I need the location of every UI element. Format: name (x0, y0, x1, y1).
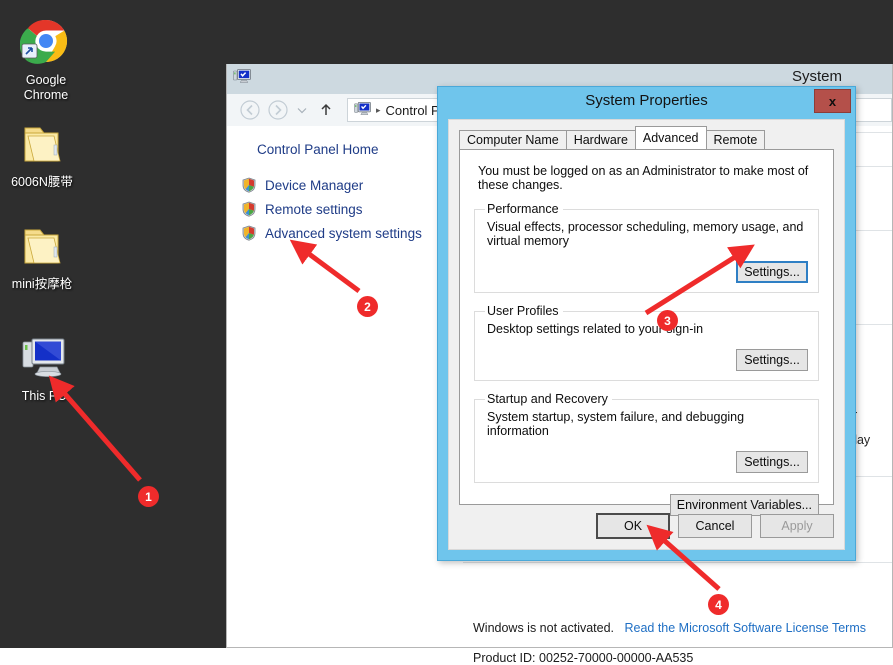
control-panel-sidebar: Control Panel Home Device Manager (227, 138, 447, 245)
dialog-footer-buttons: OK Cancel Apply (459, 512, 834, 540)
group-button-row: Settings... (485, 349, 808, 371)
administrator-note: You must be logged on as an Administrato… (478, 164, 819, 192)
group-legend: Startup and Recovery (485, 392, 612, 406)
computer-icon (18, 334, 70, 384)
desktop-icon-label: mini按摩枪 (0, 277, 88, 292)
system-monitor-icon (233, 68, 251, 90)
desktop-icon-label-2: Chrome (0, 88, 92, 103)
breadcrumb-separator: ▸ (376, 105, 381, 116)
group-legend: Performance (485, 202, 563, 216)
performance-settings-button[interactable]: Settings... (736, 261, 808, 283)
dialog-tabstrip: Computer Name Hardware Advanced Remote (459, 128, 834, 150)
activation-status: Windows is not activated. Read the Micro… (473, 621, 866, 635)
tab-label: Remote (714, 133, 758, 147)
tab-hardware[interactable]: Hardware (566, 130, 636, 149)
system-page-row-divider (463, 562, 892, 563)
desktop-icon-this-pc[interactable]: This PC (0, 334, 90, 404)
group-button-row: Settings... (485, 261, 808, 283)
desktop-icon-folder-6006n[interactable]: 6006N腰带 (0, 120, 88, 190)
folder-icon (16, 222, 68, 272)
shield-icon (241, 225, 257, 241)
forward-arrow-icon[interactable] (265, 97, 291, 123)
desktop-icon-label: This PC (0, 389, 90, 404)
dialog-client-area: Computer Name Hardware Advanced Remote Y… (448, 119, 845, 550)
close-label: x (829, 94, 836, 109)
sidebar-item-label: Remote settings (265, 202, 363, 217)
group-legend: User Profiles (485, 304, 563, 318)
desktop-icon-label: Google (0, 73, 92, 88)
control-panel-title: System (792, 68, 842, 85)
tab-remote[interactable]: Remote (706, 130, 766, 149)
sidebar-item-device-manager[interactable]: Device Manager (227, 173, 447, 197)
chevron-down-icon[interactable] (293, 97, 311, 123)
sidebar-item-label: Device Manager (265, 178, 363, 193)
group-description: Visual effects, processor scheduling, me… (487, 220, 808, 248)
breadcrumb-system-icon (354, 101, 371, 120)
cancel-button[interactable]: Cancel (678, 514, 752, 538)
chrome-icon (20, 18, 72, 68)
tab-computer-name[interactable]: Computer Name (459, 130, 567, 149)
tab-label: Computer Name (467, 133, 559, 147)
dialog-title: System Properties (438, 92, 855, 109)
desktop-icon-folder-mini[interactable]: mini按摩枪 (0, 222, 88, 292)
apply-button: Apply (760, 514, 834, 538)
group-description: Desktop settings related to your sign-in (487, 322, 808, 336)
group-description: System startup, system failure, and debu… (487, 410, 808, 438)
shield-icon (241, 177, 257, 193)
back-arrow-icon[interactable] (237, 97, 263, 123)
tab-label: Hardware (574, 133, 628, 147)
up-arrow-icon[interactable] (313, 97, 339, 123)
tab-label: Advanced (643, 131, 699, 145)
startup-recovery-settings-button[interactable]: Settings... (736, 451, 808, 473)
folder-icon (16, 120, 68, 170)
sidebar-item-label: Control Panel Home (257, 142, 379, 157)
tab-advanced[interactable]: Advanced (635, 126, 707, 149)
system-properties-dialog: System Properties x Computer Name Hardwa… (437, 86, 856, 561)
group-button-row: Settings... (485, 451, 808, 473)
desktop-icon-google-chrome[interactable]: Google Chrome (0, 18, 92, 103)
sidebar-item-remote-settings[interactable]: Remote settings (227, 197, 447, 221)
sidebar-item-advanced-system-settings[interactable]: Advanced system settings (227, 221, 447, 245)
close-icon[interactable]: x (814, 89, 851, 113)
ok-button[interactable]: OK (596, 513, 670, 539)
activation-status-label: Windows is not activated. (473, 621, 614, 635)
group-startup-and-recovery: Startup and Recovery System startup, sys… (474, 392, 819, 483)
tab-page-advanced: You must be logged on as an Administrato… (459, 149, 834, 505)
group-performance: Performance Visual effects, processor sc… (474, 202, 819, 293)
dialog-titlebar[interactable]: System Properties x (438, 87, 855, 117)
product-id-text: Product ID: 00252-70000-00000-AA535 (473, 651, 693, 665)
license-terms-link[interactable]: Read the Microsoft Software License Term… (624, 621, 866, 635)
sidebar-item-label: Advanced system settings (265, 226, 422, 241)
desktop-icon-label: 6006N腰带 (0, 175, 88, 190)
group-user-profiles: User Profiles Desktop settings related t… (474, 304, 819, 381)
sidebar-item-control-panel-home[interactable]: Control Panel Home (227, 138, 447, 173)
shield-icon (241, 201, 257, 217)
user-profiles-settings-button[interactable]: Settings... (736, 349, 808, 371)
